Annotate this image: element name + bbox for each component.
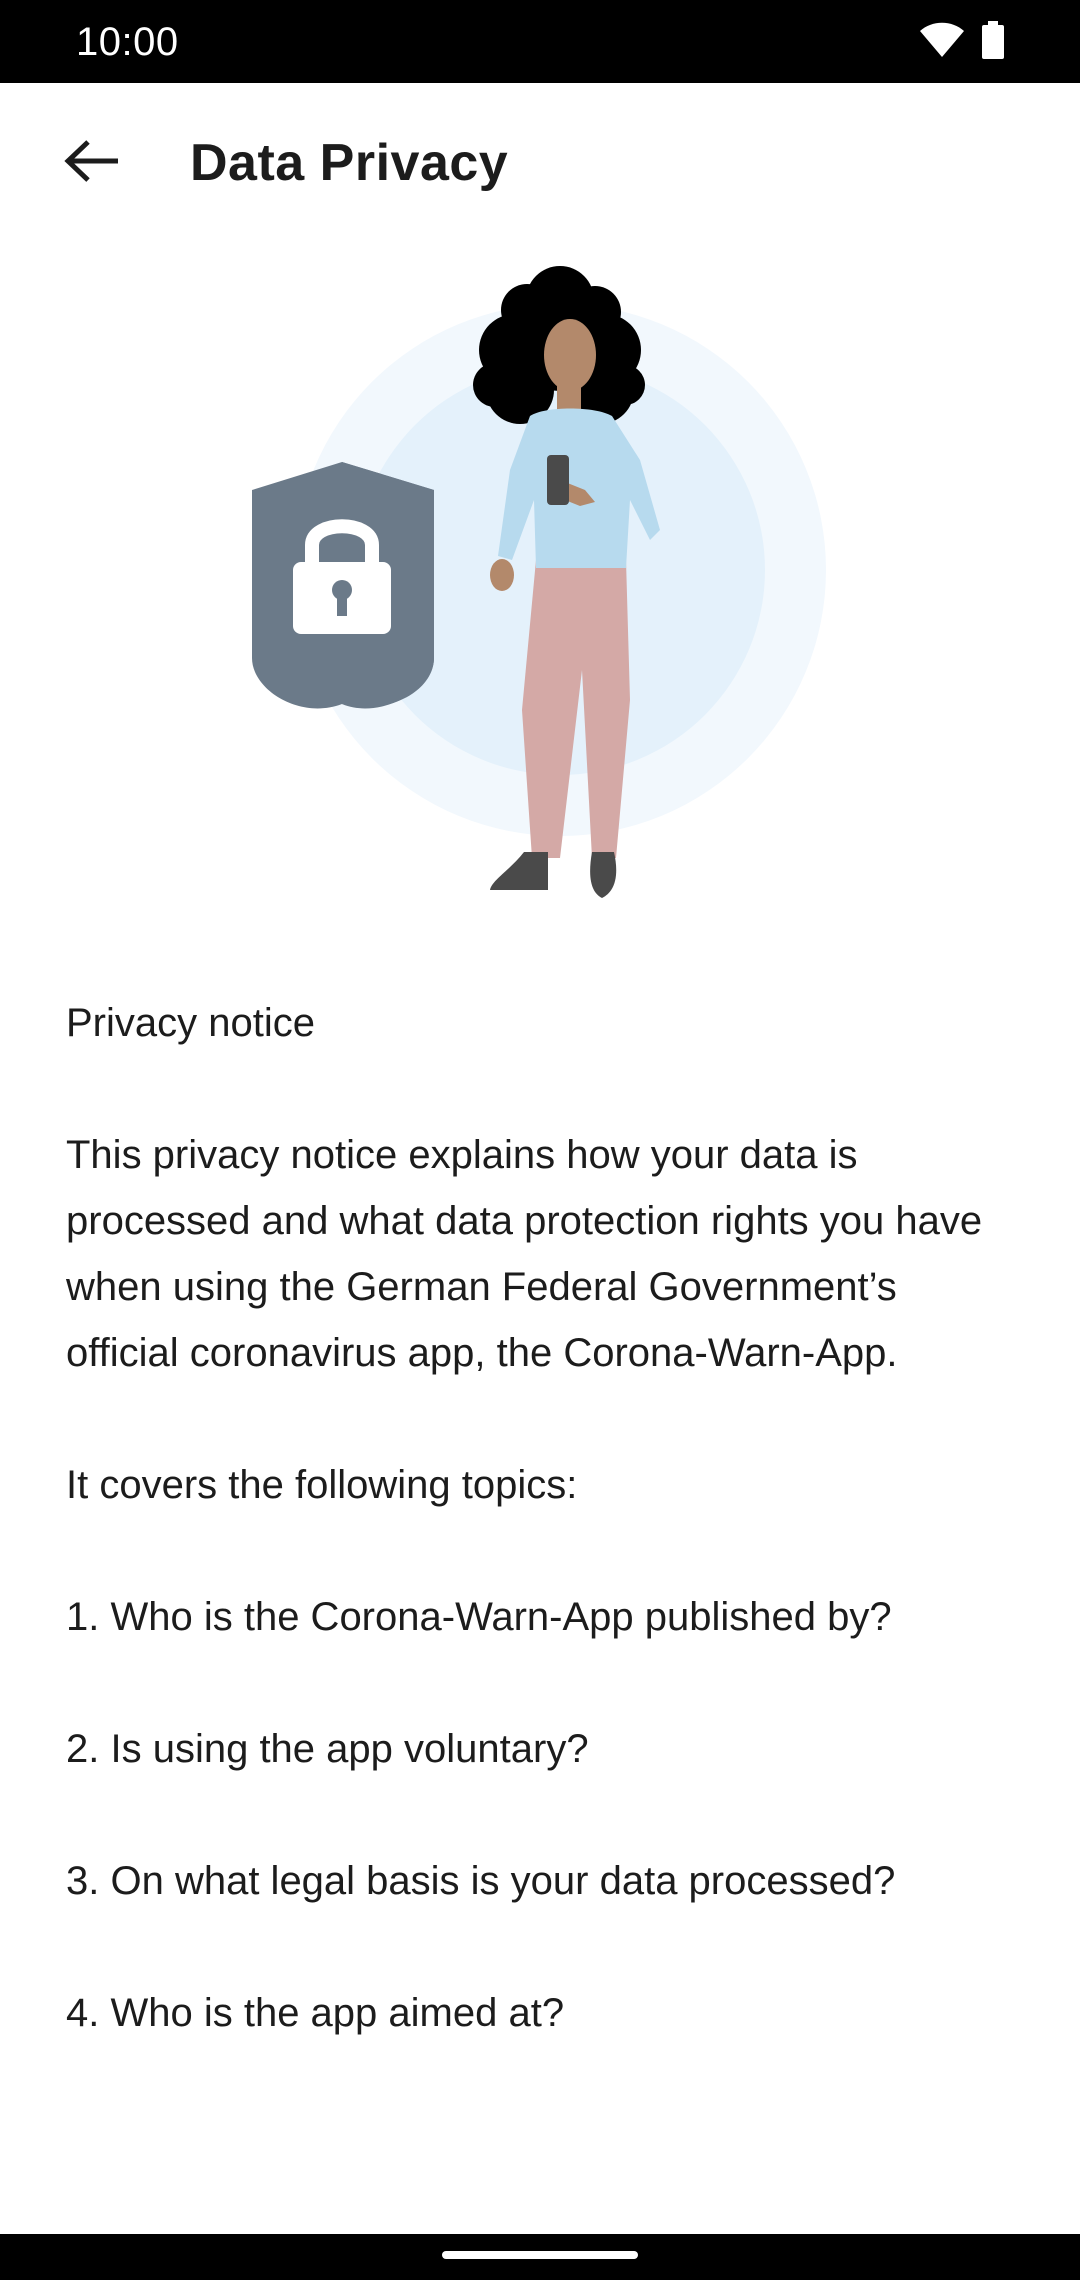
intro-paragraph: This privacy notice explains how your da… <box>66 1133 983 1375</box>
back-button[interactable] <box>52 127 132 199</box>
topic-item: 1. Who is the Corona-Warn-App published … <box>66 1595 892 1639</box>
status-icons <box>920 21 1004 64</box>
status-bar: 10:00 <box>0 0 1080 83</box>
privacy-content: Privacy notice This privacy notice expla… <box>66 990 1016 2112</box>
topic-item: 2. Is using the app voluntary? <box>66 1727 589 1771</box>
wifi-icon <box>920 22 964 63</box>
privacy-illustration <box>0 240 1080 920</box>
topic-item: 3. On what legal basis is your data proc… <box>66 1859 896 1903</box>
page-title: Data Privacy <box>190 134 509 192</box>
app-bar: Data Privacy <box>0 83 1080 239</box>
battery-icon <box>982 21 1004 64</box>
navigation-bar <box>0 2234 1080 2280</box>
status-time: 10:00 <box>76 20 179 64</box>
section-heading: Privacy notice <box>66 1001 315 1045</box>
home-indicator[interactable] <box>442 2251 638 2259</box>
topic-item: 4. Who is the app aimed at? <box>66 1991 565 2035</box>
shield-icon <box>252 462 434 709</box>
arrow-back-icon <box>64 139 120 188</box>
topics-lead: It covers the following topics: <box>66 1463 578 1507</box>
